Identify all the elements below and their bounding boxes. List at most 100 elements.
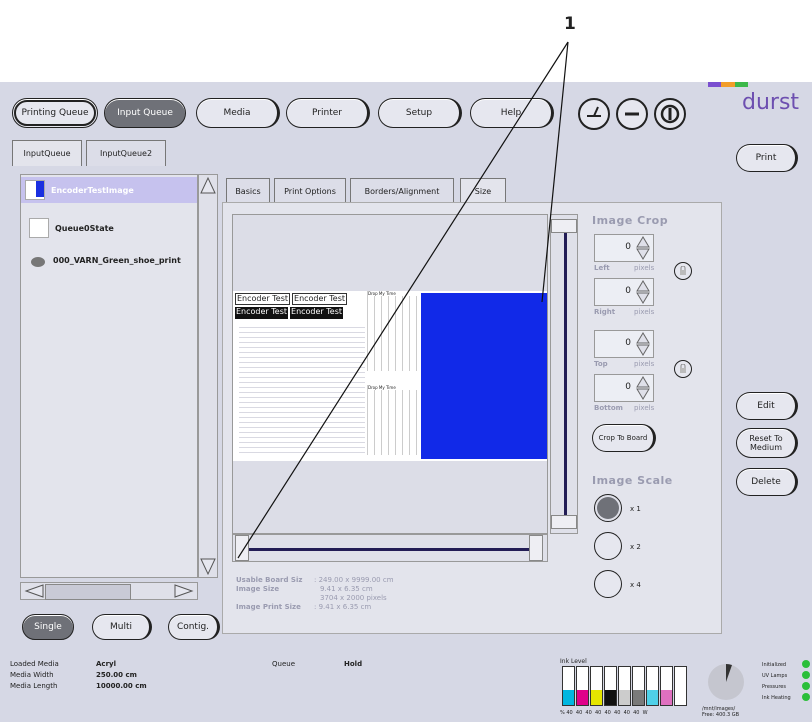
usable-board-value: : 249.00 x 9999.00 cm [314,576,394,584]
queue-list: EncoderTestImage Queue0State 000_VARN_Gr… [20,174,198,578]
nav-setup-button[interactable]: Setup [378,98,462,128]
crop-top-field[interactable]: 0 [594,330,654,358]
media-width-value: 250.00 cm [96,671,137,679]
tab-borders-alignment[interactable]: Borders/Alignment [350,178,454,204]
nav-help-button[interactable]: Help [470,98,554,128]
ink-level-bar [576,666,589,706]
scale-x4-radio[interactable] [594,570,622,598]
list-item[interactable]: Queue0State [25,215,205,241]
scale-x2-label: x 2 [630,543,641,551]
board-preview: Encoder Test Encoder Test Encoder Test E… [232,214,548,534]
single-mode-button[interactable]: Single [22,614,74,640]
crop-left-field[interactable]: 0 [594,234,654,262]
logo-color-bar [721,82,735,87]
ink-level-bar [674,666,687,706]
lock-horizontal-button[interactable] [674,262,692,280]
tab-size[interactable]: Size [460,178,506,204]
lock-icon [680,364,686,373]
ink-level-bar [632,666,645,706]
status-initialized-label: Initialized [762,662,787,668]
tab-inputqueue[interactable]: InputQueue [12,140,82,166]
scroll-thumb[interactable] [45,584,131,600]
horizontal-crop-slider[interactable] [232,534,548,562]
status-uv-lamps-indicator [802,671,810,679]
spinner-icon[interactable] [635,236,651,260]
tab-inputqueue2[interactable]: InputQueue2 [86,140,166,166]
crop-right-label: Right [594,308,616,316]
lock-icon [680,266,686,275]
status-uv-lamps-label: UV Lamps [762,673,788,679]
queue-status-value: Hold [344,660,363,668]
queue-horizontal-scrollbar[interactable] [20,582,198,600]
queue-status-label: Queue [272,660,295,668]
scroll-up-icon [200,176,216,194]
ink-level-meter [562,666,688,706]
nav-media-button[interactable]: Media [196,98,280,128]
spinner-icon[interactable] [635,376,651,400]
right-crop-handle[interactable] [529,535,543,561]
crop-top-label: Top [594,360,608,368]
test-chart-bottom: Drop My Time [367,385,418,455]
media-length-value: 10000.00 cm [96,682,147,690]
crop-left-label: Left [594,264,610,272]
crop-left-unit: pixels [634,264,655,272]
thumbnail [25,180,45,200]
nav-input-queue-button[interactable]: Input Queue [104,98,186,128]
bottom-crop-handle[interactable] [551,515,577,529]
image-size-label: Image Size [236,585,280,593]
reset-to-medium-button[interactable]: Reset To Medium [736,428,798,458]
minimize-button[interactable] [616,98,648,130]
loaded-media-label: Loaded Media [10,660,59,668]
status-ink-heating-label: Ink Heating [762,695,791,701]
nav-printer-button[interactable]: Printer [286,98,370,128]
clock-icon [587,106,601,117]
list-item[interactable]: 000_VARN_Green_shoe_print [25,247,205,273]
crop-right-field[interactable]: 0 [594,278,654,306]
delete-button[interactable]: Delete [736,468,798,496]
scale-x2-radio[interactable] [594,532,622,560]
left-crop-handle[interactable] [235,535,249,561]
minus-icon [625,112,639,116]
blue-area [421,293,547,459]
status-ink-heating-indicator [802,693,810,701]
image-print-size-value: : 9.41 x 6.35 cm [314,603,372,611]
durst-logo: durst [708,82,810,122]
multi-mode-button[interactable]: Multi [92,614,152,640]
scroll-left-icon [24,584,44,598]
spinner-icon[interactable] [635,332,651,356]
loaded-media-value: Acryl [96,660,116,668]
image-scale-title: Image Scale [592,474,673,487]
clock-button[interactable] [578,98,610,130]
scroll-right-icon [174,584,194,598]
top-crop-handle[interactable] [551,219,577,233]
usable-board-label: Usable Board Siz [236,576,303,584]
test-chart-top: Drop My Time [367,291,418,371]
tab-basics[interactable]: Basics [226,178,270,204]
disk-free: Free: 400.3 GB [702,712,740,718]
scale-x4-label: x 4 [630,581,641,589]
lock-vertical-button[interactable] [674,360,692,378]
power-icon [660,104,680,124]
scroll-down-icon [200,558,216,576]
crop-bottom-field[interactable]: 0 [594,374,654,402]
item-label: Queue0State [55,223,114,233]
logo-color-bar [734,82,748,87]
test-stripes [239,323,365,453]
power-button[interactable] [654,98,686,130]
spinner-icon[interactable] [635,280,651,304]
list-item[interactable]: EncoderTestImage [21,177,197,203]
crop-bottom-label: Bottom [594,404,623,412]
queue-vertical-scrollbar[interactable] [198,174,218,578]
print-button[interactable]: Print [736,144,798,172]
crop-to-board-button[interactable]: Crop To Board [592,424,656,452]
edit-button[interactable]: Edit [736,392,798,420]
item-label: EncoderTestImage [51,185,134,195]
vertical-crop-slider[interactable] [550,214,578,534]
scale-x1-radio[interactable] [594,494,622,522]
image-preview: Encoder Test Encoder Test Encoder Test E… [233,291,547,461]
status-pressures-indicator [802,682,810,690]
nav-printing-queue-button[interactable]: Printing Queue [12,98,98,128]
status-pressures-label: Pressures [762,684,786,690]
tab-print-options[interactable]: Print Options [274,178,346,204]
contig-mode-button[interactable]: Contig. [168,614,220,640]
